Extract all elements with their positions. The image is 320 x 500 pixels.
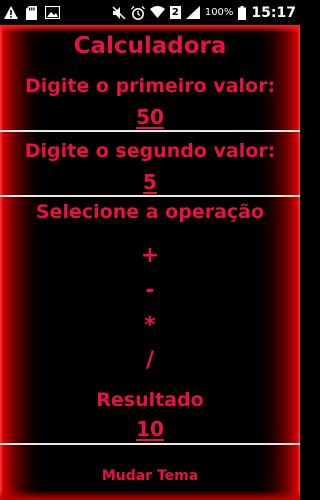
result-label: Resultado [96,389,204,411]
calculator-app: Calculadora Digite o primeiro valor: 50 … [0,25,300,500]
divider [0,443,300,445]
clock: 15:17 [251,4,296,21]
second-value-text: 5 [143,170,157,194]
signal-icon [185,6,200,19]
divider [0,130,300,132]
alarm-icon [130,5,145,20]
second-value-field[interactable]: 5 [0,170,300,194]
warning-icon [4,6,18,19]
operation-label: Selecione a operação [35,201,265,223]
result-value: 10 [0,417,300,441]
result-text: 10 [136,417,164,441]
multiply-button[interactable]: * [0,313,300,338]
change-theme-button[interactable]: Mudar Tema [0,468,300,484]
wifi-icon [149,6,165,19]
sd-card-icon [26,5,37,20]
add-button[interactable]: + [0,243,300,268]
second-value-label: Digite o segundo valor: [24,140,276,162]
first-value-text: 50 [136,105,164,129]
page-title: Calculadora [73,33,227,59]
battery-percentage: 100% [204,7,234,18]
divide-button[interactable]: / [0,348,300,373]
first-value-label: Digite o primeiro valor: [24,75,276,97]
sim-icon: 2 [169,6,181,19]
subtract-button[interactable]: - [0,278,300,303]
divider [0,195,300,197]
image-icon [45,6,60,19]
first-value-field[interactable]: 50 [0,105,300,129]
status-bar: 2 100% 15:17 [0,0,300,25]
battery-icon [238,5,247,20]
mute-icon [112,5,126,20]
